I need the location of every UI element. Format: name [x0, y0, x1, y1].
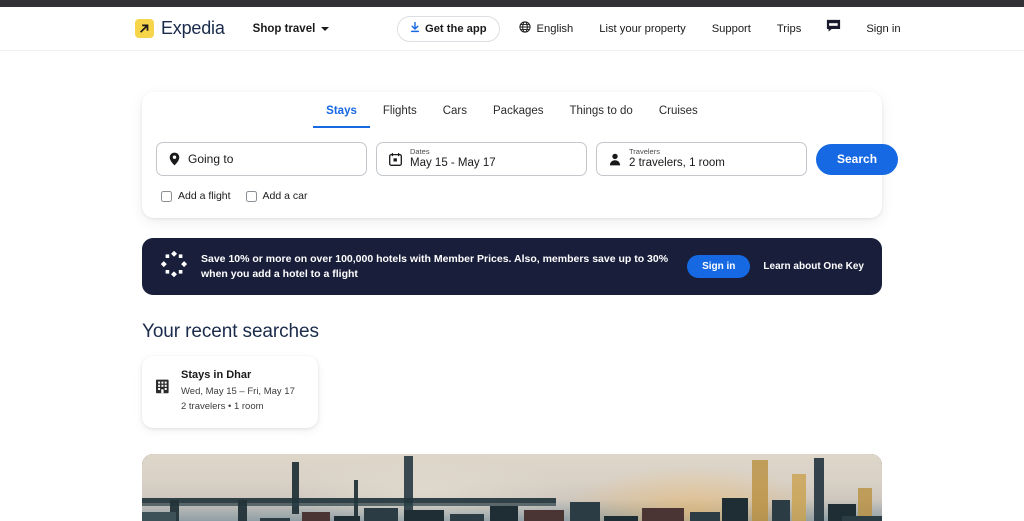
skyline-building	[490, 506, 518, 521]
recent-search-card[interactable]: Stays in Dhar Wed, May 15 – Fri, May 17 …	[142, 356, 318, 429]
tab-flights[interactable]: Flights	[370, 95, 430, 128]
checkbox-box	[245, 190, 257, 202]
skyline-building	[142, 512, 176, 521]
skyline-building	[722, 498, 748, 521]
chevron-down-icon	[321, 26, 330, 31]
skyline-building	[364, 508, 398, 521]
search-options-row: Add a flight Add a car	[156, 190, 868, 202]
add-a-car-label: Add a car	[262, 190, 308, 202]
expedia-arrow-logo-icon	[135, 19, 154, 38]
banner-sign-in-button[interactable]: Sign in	[687, 255, 751, 278]
recent-searches-title: Your recent searches	[142, 321, 319, 342]
expedia-logo-text: Expedia	[161, 18, 225, 38]
skyline-building	[450, 514, 484, 521]
bridge-tower	[238, 500, 247, 521]
chat-button[interactable]	[814, 19, 853, 38]
travelers-label: Travelers	[629, 147, 660, 157]
dates-input[interactable]: Dates May 15 - May 17	[376, 142, 587, 176]
skyline-building	[524, 510, 564, 521]
language-selector[interactable]: English	[506, 21, 587, 36]
recent-search-dates: Wed, May 15 – Fri, May 17	[181, 386, 295, 397]
travelers-input[interactable]: Travelers 2 travelers, 1 room	[596, 142, 807, 176]
content-container: Stays Flights Cars Packages Things to do…	[142, 51, 899, 521]
browser-chrome-strip	[0, 0, 1024, 7]
one-key-logo-icon	[160, 250, 188, 282]
skyline-building	[334, 516, 360, 521]
skyline-building	[842, 516, 882, 521]
learn-about-one-key-link[interactable]: Learn about One Key	[763, 261, 864, 272]
calendar-icon	[389, 152, 402, 166]
shop-travel-label: Shop travel	[252, 22, 316, 35]
get-the-app-label: Get the app	[425, 22, 487, 35]
chat-bubble-icon	[826, 19, 841, 38]
page-body: Stays Flights Cars Packages Things to do…	[0, 51, 1024, 521]
banner-actions: Sign in Learn about One Key	[687, 255, 864, 278]
dates-label: Dates	[410, 147, 430, 157]
tab-things-to-do[interactable]: Things to do	[557, 95, 646, 128]
support-link[interactable]: Support	[699, 23, 764, 35]
destination-input[interactable]: Going to	[156, 142, 367, 176]
trips-link[interactable]: Trips	[764, 23, 814, 35]
recent-search-title: Stays in Dhar	[181, 369, 252, 381]
person-icon	[609, 153, 621, 166]
skyline-building	[792, 474, 806, 521]
recent-search-travelers: 2 travelers • 1 room	[181, 400, 264, 412]
header-nav: Get the app English List your property S…	[397, 15, 914, 42]
travelers-text-stack: Travelers 2 travelers, 1 room	[629, 147, 725, 170]
tab-cruises[interactable]: Cruises	[646, 95, 711, 128]
skyline-building	[604, 516, 638, 521]
list-your-property-link[interactable]: List your property	[586, 23, 698, 35]
skyline-building	[302, 512, 330, 521]
recent-search-details: Stays in Dhar Wed, May 15 – Fri, May 17 …	[181, 369, 295, 414]
add-a-flight-label: Add a flight	[178, 190, 231, 202]
skyline-building	[752, 460, 768, 521]
tab-cars[interactable]: Cars	[430, 95, 480, 128]
tab-stays[interactable]: Stays	[313, 95, 370, 128]
skyline-building	[690, 512, 720, 521]
expedia-logo[interactable]: Expedia	[135, 18, 225, 39]
hero-banner[interactable]: Early summer sale:	[142, 454, 882, 521]
sign-in-link[interactable]: Sign in	[853, 23, 913, 35]
one-key-banner: Save 10% or more on over 100,000 hotels …	[142, 238, 882, 295]
dates-text-stack: Dates May 15 - May 17	[410, 147, 496, 170]
one-key-message: Save 10% or more on over 100,000 hotels …	[201, 253, 669, 280]
download-icon	[410, 21, 420, 36]
search-tabs: Stays Flights Cars Packages Things to do…	[156, 92, 868, 128]
search-fields-row: Going to Dates May 15 - May 17 Travelers…	[156, 142, 899, 176]
skyline-tower	[814, 458, 824, 521]
tab-packages[interactable]: Packages	[480, 95, 557, 128]
checkbox-box	[161, 190, 172, 202]
skyline-building	[772, 500, 790, 521]
shop-travel-menu[interactable]: Shop travel	[253, 23, 330, 35]
search-widget: Stays Flights Cars Packages Things to do…	[142, 92, 899, 218]
destination-placeholder: Going to	[188, 152, 234, 166]
skyline-tower	[292, 462, 299, 515]
location-pin-icon	[169, 152, 180, 166]
skyline-building	[404, 510, 444, 521]
site-header: Expedia Shop travel Get the app English …	[0, 7, 1024, 51]
get-the-app-button[interactable]: Get the app	[397, 15, 500, 42]
globe-icon	[518, 21, 531, 36]
travelers-value: 2 travelers, 1 room	[629, 157, 725, 170]
building-icon	[155, 369, 170, 399]
add-a-car-checkbox[interactable]: Add a car	[245, 190, 308, 202]
skyline-building	[570, 502, 600, 521]
search-button[interactable]: Search	[816, 143, 899, 175]
skyline-building	[642, 508, 684, 521]
language-label: English	[536, 22, 574, 35]
add-a-flight-checkbox[interactable]: Add a flight	[161, 190, 231, 202]
dates-value: May 15 - May 17	[410, 157, 496, 170]
